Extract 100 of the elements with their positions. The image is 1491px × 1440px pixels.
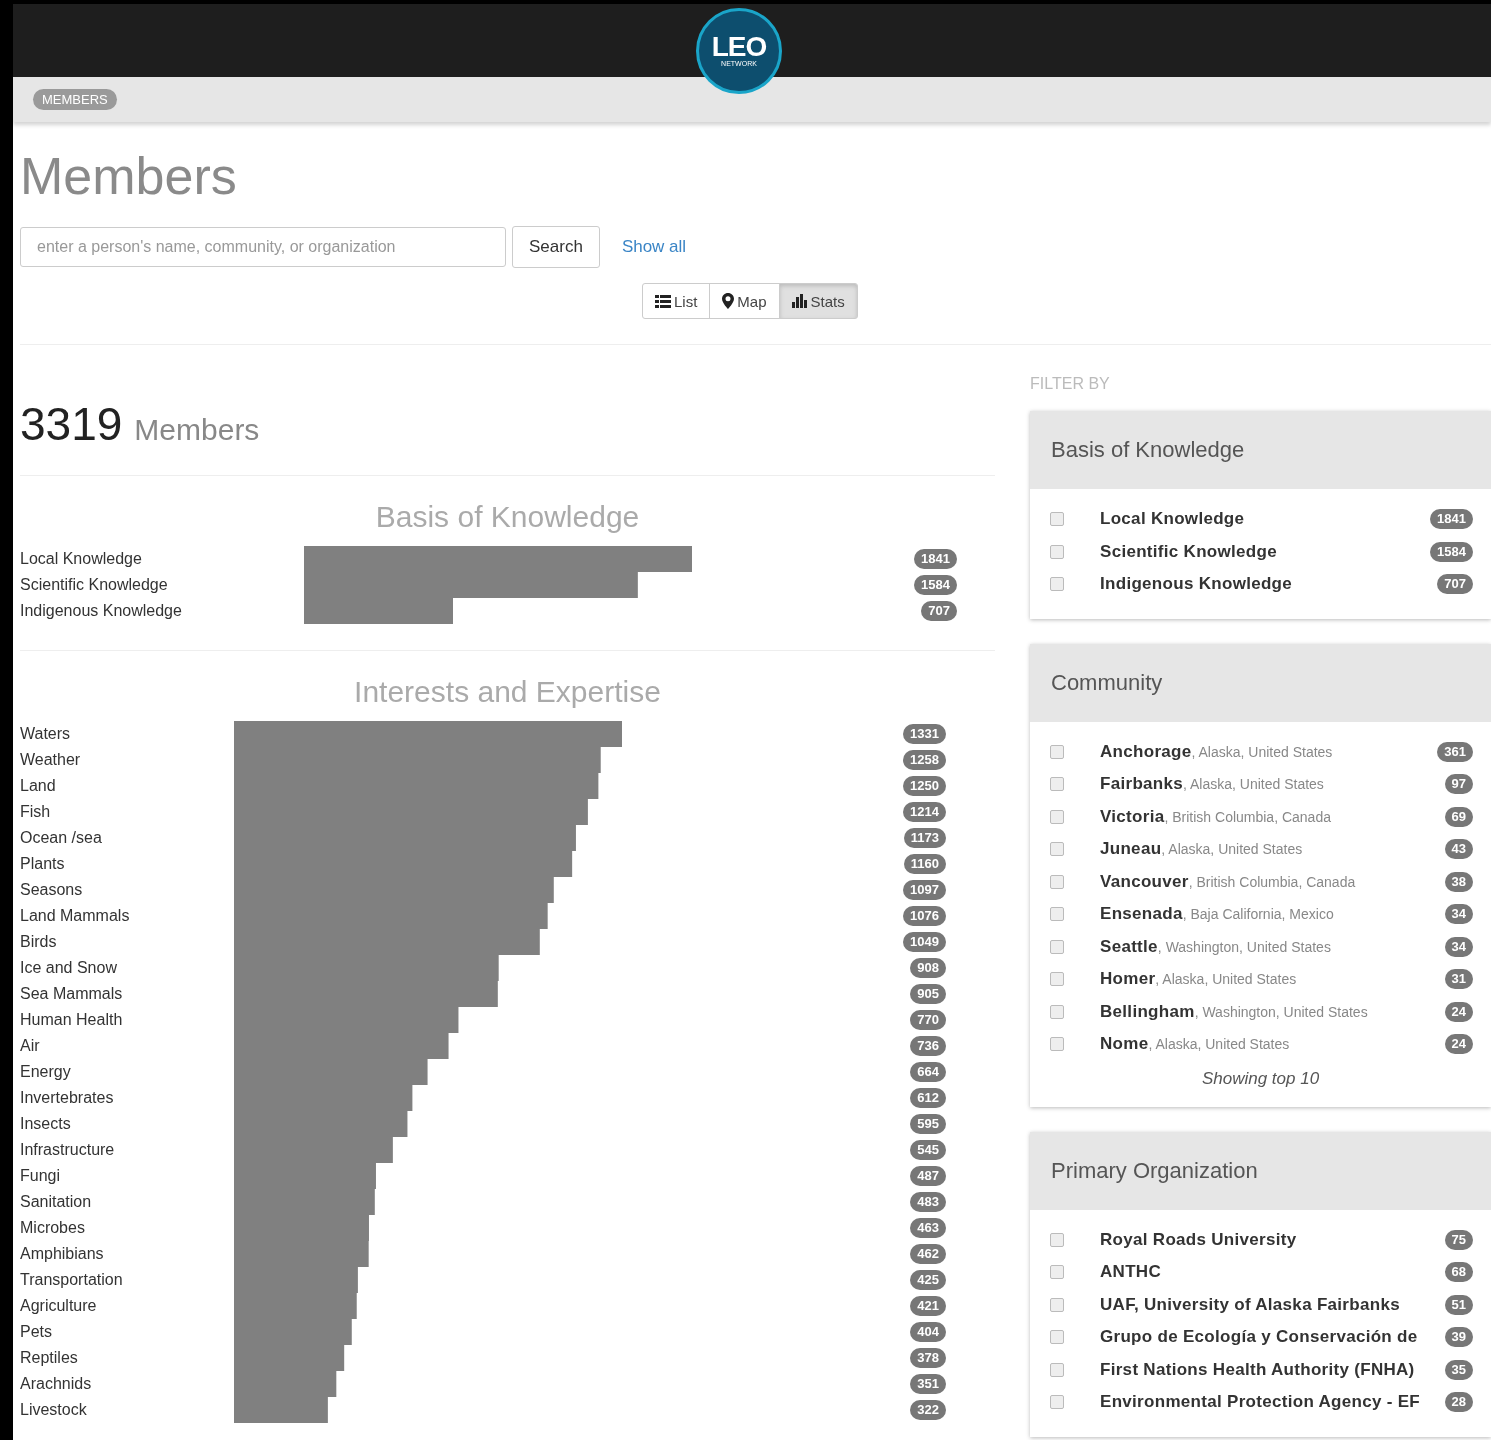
- bar-label: Agriculture: [20, 1296, 98, 1316]
- count-badge: 487: [910, 1166, 946, 1186]
- filter-option[interactable]: Royal Roads University: [1100, 1229, 1445, 1250]
- count-badge: 421: [910, 1296, 946, 1316]
- checkbox[interactable]: [1050, 1395, 1064, 1410]
- count-badge: 1841: [914, 549, 957, 569]
- bar-label: Amphibians: [20, 1244, 105, 1264]
- count-badge: 905: [910, 984, 946, 1004]
- search-field[interactable]: enter a person's name, community, or organization: [20, 227, 506, 267]
- count-badge: 31: [1444, 969, 1473, 990]
- page-title: Members: [20, 146, 238, 206]
- count-badge: 1160: [903, 854, 946, 874]
- map-pin-icon: [722, 293, 735, 309]
- count-badge: 1331: [903, 724, 946, 744]
- count-badge: 462: [910, 1244, 946, 1264]
- member-count-label: Members: [134, 413, 260, 447]
- checkbox[interactable]: [1050, 577, 1064, 592]
- checkbox[interactable]: [1050, 512, 1064, 527]
- checkbox[interactable]: [1050, 809, 1064, 824]
- count-badge: 404: [910, 1322, 946, 1342]
- bar-label: Infrastructure: [20, 1140, 116, 1160]
- count-badge: 1173: [903, 828, 946, 848]
- checkbox[interactable]: [1050, 972, 1064, 987]
- count-badge: 707: [921, 601, 957, 621]
- filter-option[interactable]: Victoria, British Columbia, Canada: [1100, 806, 1445, 827]
- bar-label: Reptiles: [20, 1348, 79, 1368]
- count-badge: 97: [1444, 774, 1473, 795]
- checkbox[interactable]: [1050, 1004, 1064, 1019]
- count-badge: 38: [1444, 871, 1473, 892]
- count-badge: 736: [910, 1036, 946, 1056]
- count-badge: 75: [1444, 1229, 1473, 1250]
- bar-label: Livestock: [20, 1400, 88, 1420]
- bar-label: Ocean /sea: [20, 828, 103, 848]
- bar-label: Fungi: [20, 1166, 62, 1186]
- bar-label: Sanitation: [20, 1192, 93, 1212]
- bar-label: Land Mammals: [20, 906, 131, 926]
- count-badge: 595: [910, 1114, 946, 1134]
- checkbox[interactable]: [1050, 842, 1064, 857]
- filter-option[interactable]: Seattle, Washington, United States: [1100, 936, 1445, 957]
- bar-label: Seasons: [20, 880, 84, 900]
- checkbox[interactable]: [1050, 777, 1064, 792]
- filter-option[interactable]: UAF, University of Alaska Fairbanks: [1100, 1294, 1445, 1315]
- bar-label: Scientific Knowledge: [20, 575, 169, 595]
- checkbox[interactable]: [1050, 1037, 1064, 1052]
- bar-label: Fish: [20, 802, 52, 822]
- checkbox[interactable]: [1050, 874, 1064, 889]
- count-badge: 378: [910, 1348, 946, 1368]
- count-badge: 34: [1444, 936, 1473, 957]
- count-badge: 1250: [903, 776, 946, 796]
- filter-option[interactable]: Homer, Alaska, United States: [1100, 969, 1445, 990]
- filter-option[interactable]: Environmental Protection Agency - EF: [1100, 1392, 1445, 1413]
- checkbox[interactable]: [1050, 1265, 1064, 1280]
- bar-label: Land: [20, 776, 57, 796]
- checkbox[interactable]: [1050, 744, 1064, 759]
- count-badge: 35: [1444, 1359, 1473, 1380]
- view-tab[interactable]: Stats: [778, 283, 858, 319]
- view-tab[interactable]: Map: [709, 283, 780, 319]
- count-badge: 664: [910, 1062, 946, 1082]
- filter-option[interactable]: Indigenous Knowledge: [1100, 574, 1438, 595]
- filter-option[interactable]: Anchorage, Alaska, United States: [1100, 741, 1438, 762]
- count-badge: 34: [1444, 904, 1473, 925]
- count-badge: 545: [910, 1140, 946, 1160]
- filter-option[interactable]: Grupo de Ecología y Conservación de: [1100, 1327, 1445, 1348]
- checkbox[interactable]: [1050, 1330, 1064, 1345]
- checkbox[interactable]: [1050, 544, 1064, 559]
- bar-label: Arachnids: [20, 1374, 93, 1394]
- count-badge: 1584: [914, 575, 957, 595]
- count-badge: 68: [1444, 1262, 1473, 1283]
- checkbox[interactable]: [1050, 939, 1064, 954]
- filter-option[interactable]: ANTHC: [1100, 1262, 1445, 1283]
- filter-option[interactable]: Ensenada, Baja California, Mexico: [1100, 904, 1445, 925]
- count-badge: 24: [1444, 1001, 1473, 1022]
- bar-label: Insects: [20, 1114, 72, 1134]
- count-badge: 28: [1444, 1392, 1473, 1413]
- count-badge: 770: [910, 1010, 946, 1030]
- count-badge: 483: [910, 1192, 946, 1212]
- checkbox[interactable]: [1050, 1362, 1064, 1377]
- filter-option[interactable]: Nome, Alaska, United States: [1100, 1034, 1445, 1055]
- logo-text: LEO: [711, 34, 767, 60]
- filter-option[interactable]: First Nations Health Authority (FNHA): [1100, 1359, 1445, 1380]
- count-badge: 51: [1444, 1294, 1473, 1315]
- view-tab[interactable]: List: [642, 283, 711, 319]
- checkbox[interactable]: [1050, 1297, 1064, 1312]
- count-badge: 322: [910, 1400, 946, 1420]
- search-button[interactable]: Search: [512, 226, 600, 268]
- filter-option[interactable]: Fairbanks, Alaska, United States: [1100, 774, 1445, 795]
- filter-option[interactable]: Bellingham, Washington, United States: [1100, 1001, 1445, 1022]
- checkbox[interactable]: [1050, 1232, 1064, 1247]
- filter-option[interactable]: Scientific Knowledge: [1100, 541, 1431, 562]
- bar-label: Air: [20, 1036, 41, 1056]
- count-badge: 1841: [1430, 509, 1473, 530]
- checkbox[interactable]: [1050, 907, 1064, 922]
- filter-option[interactable]: Local Knowledge: [1100, 509, 1431, 530]
- filter-option[interactable]: Vancouver, British Columbia, Canada: [1100, 871, 1445, 892]
- count-badge: 39: [1444, 1327, 1473, 1348]
- filter-option[interactable]: Juneau, Alaska, United States: [1100, 839, 1445, 860]
- bar-label: Birds: [20, 932, 58, 952]
- show-all-link[interactable]: Show all: [621, 237, 687, 257]
- member-count: 3319: [20, 397, 123, 451]
- list-footer: Showing top 10: [1050, 1068, 1491, 1089]
